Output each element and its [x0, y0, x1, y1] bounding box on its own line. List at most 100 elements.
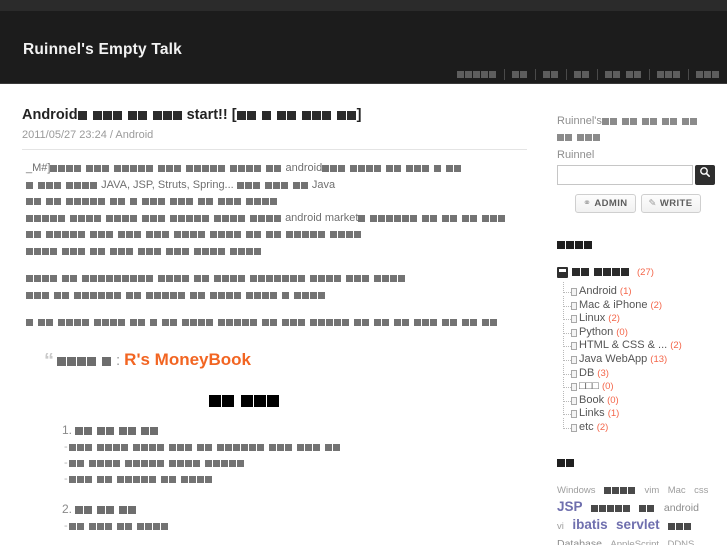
redacted-text: [557, 131, 601, 146]
category-label: Android: [579, 285, 617, 297]
redacted-text: [290, 272, 406, 288]
redacted-text: [322, 162, 462, 178]
redacted-text: [68, 520, 169, 535]
document-icon: [571, 410, 577, 419]
redacted-text: [572, 263, 630, 281]
document-icon: [571, 301, 577, 310]
category-item[interactable]: DB (3): [563, 363, 717, 381]
redacted-heading-text: [209, 394, 280, 412]
tag-item[interactable]: css: [694, 485, 708, 496]
list-subitem: -: [64, 519, 527, 535]
main-navigation[interactable]: [450, 65, 727, 83]
nav-item[interactable]: [650, 65, 688, 83]
tag-item[interactable]: DDNS: [667, 539, 694, 545]
key-icon: ⚭: [583, 198, 592, 209]
search-form[interactable]: [557, 165, 717, 185]
nav-item[interactable]: [598, 65, 649, 83]
category-label: Book: [579, 393, 605, 406]
search-input[interactable]: [557, 165, 693, 185]
category-root[interactable]: (27): [557, 263, 717, 281]
tag-item[interactable]: servlet: [616, 517, 660, 532]
tag-item[interactable]: ibatis: [572, 517, 607, 532]
category-label: □□□: [579, 380, 599, 393]
page-body: Android start!! [] 2011/05/27 23:24 / An…: [0, 84, 727, 545]
list-dash: -: [64, 456, 68, 469]
tag-item[interactable]: android: [664, 502, 699, 514]
category-item[interactable]: Links (1): [563, 404, 717, 421]
nav-item[interactable]: [567, 65, 597, 83]
list-item: 1. - - -: [62, 422, 527, 488]
tag-cloud: Windows vim Mac css JSP android vi ibati…: [557, 481, 717, 545]
tag-item[interactable]: [639, 502, 655, 514]
category-label: DB: [579, 366, 595, 379]
redacted-heading-text: [557, 454, 575, 472]
redacted-text: [57, 353, 112, 371]
redacted-text: [236, 179, 309, 195]
post-title: Android start!! []: [22, 106, 527, 125]
tag-item[interactable]: Database: [557, 538, 602, 545]
category-count: (2): [670, 340, 682, 352]
redacted-text: [26, 228, 190, 244]
redacted-text: [26, 245, 262, 261]
tag-item[interactable]: [668, 520, 692, 532]
search-button[interactable]: [695, 165, 715, 185]
category-count: (2): [650, 299, 663, 311]
category-item[interactable]: Book (0): [563, 390, 717, 408]
category-item[interactable]: Python (0): [563, 322, 717, 340]
category-label: Links: [579, 407, 605, 420]
tag-item[interactable]: Windows: [557, 485, 596, 496]
tag-item[interactable]: Mac: [668, 485, 686, 496]
paragraph-lead-marker: _M#]: [26, 162, 51, 175]
nav-item[interactable]: [450, 65, 504, 83]
list-dash: -: [64, 519, 68, 532]
category-label: Linux: [579, 312, 606, 325]
post-paragraph-4: [26, 271, 527, 304]
category-label: Python: [579, 325, 614, 338]
pencil-icon: ✎: [648, 198, 657, 209]
category-item[interactable]: □□□ (0): [563, 377, 717, 394]
redacted-text: [68, 441, 341, 456]
redacted-text: [26, 316, 198, 332]
category-count: (0): [607, 394, 619, 406]
document-icon: [571, 396, 577, 405]
category-item[interactable]: Android (1): [563, 282, 717, 299]
admin-button-label: ADMIN: [594, 198, 628, 209]
category-item[interactable]: etc (2): [563, 418, 717, 435]
post-paragraph-2: JAVA, JSP, Struts, Spring... Java: [26, 178, 527, 211]
tag-item[interactable]: JSP: [557, 499, 583, 514]
blog-description-prefix: Ruinnel's: [557, 115, 602, 127]
redacted-heading-text: [557, 236, 593, 254]
redacted-text: [601, 115, 698, 130]
category-item[interactable]: Mac & iPhone (2): [563, 295, 717, 313]
nav-item[interactable]: [689, 65, 727, 83]
tag-item[interactable]: [604, 484, 636, 496]
document-icon: [571, 328, 577, 337]
redacted-text: [26, 179, 98, 195]
category-count: (2): [596, 421, 609, 433]
redacted-text: [68, 473, 213, 488]
category-count: (1): [619, 286, 632, 297]
tag-item[interactable]: [590, 502, 631, 514]
quote-mark-icon: “: [44, 349, 54, 372]
nav-item[interactable]: [536, 65, 566, 83]
category-item[interactable]: Linux (2): [563, 309, 717, 326]
tag-item[interactable]: vim: [644, 485, 659, 496]
nav-item[interactable]: [505, 65, 535, 83]
tag-item[interactable]: AppleScript: [610, 539, 659, 545]
search-icon: [700, 167, 710, 177]
redacted-text: [75, 502, 137, 519]
blog-description: Ruinnel's: [557, 114, 717, 146]
site-title: Ruinnel's Empty Talk: [23, 41, 182, 58]
tags-section-title: [557, 453, 717, 472]
tag-item[interactable]: vi: [557, 521, 564, 532]
document-icon: [571, 383, 577, 392]
category-item[interactable]: Java WebApp (13): [563, 350, 717, 367]
main-content: Android start!! [] 2011/05/27 23:24 / An…: [22, 106, 527, 545]
admin-button[interactable]: ⚭ ADMIN: [575, 194, 636, 213]
document-icon: [571, 315, 577, 324]
category-item[interactable]: HTML & CSS & ... (2): [563, 336, 717, 353]
write-button[interactable]: ✎ WRITE: [640, 194, 701, 213]
list-subitem: -: [64, 456, 527, 472]
post-paragraph-1: _M#] android: [26, 161, 527, 178]
